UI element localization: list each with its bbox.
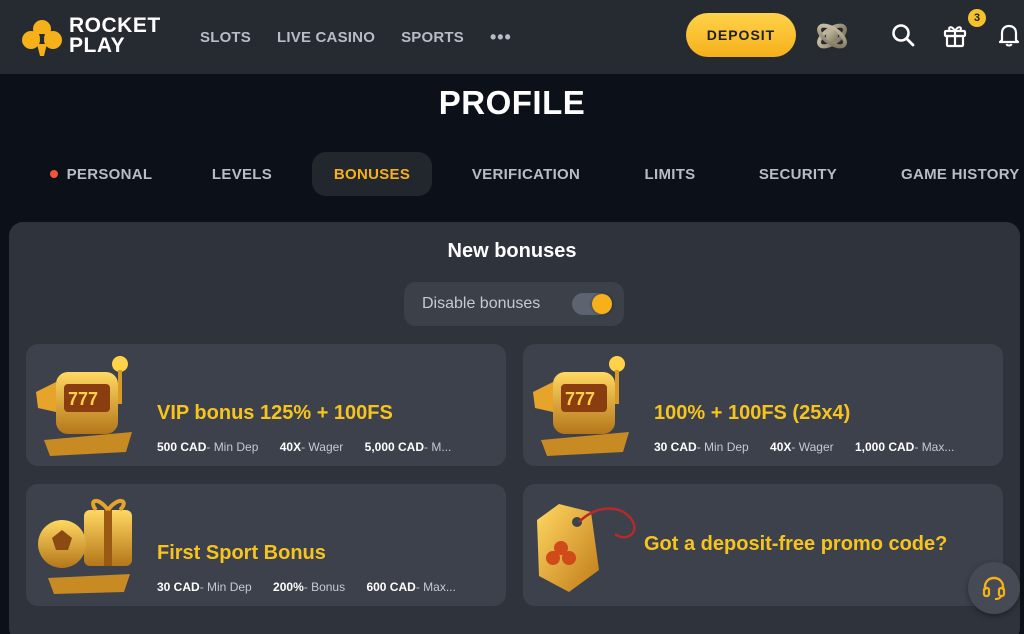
gift-icon[interactable] bbox=[942, 22, 968, 48]
bonus-title: First Sport Bonus bbox=[157, 542, 326, 564]
toggle-switch[interactable] bbox=[572, 293, 612, 315]
tab-security[interactable]: SECURITY bbox=[742, 152, 854, 196]
wager: 40X - Wager bbox=[279, 440, 344, 454]
tab-label: BONUSES bbox=[333, 165, 411, 183]
promo-tag-icon bbox=[537, 504, 636, 592]
bonus-title: 100% + 100FS (25x4) bbox=[654, 402, 851, 424]
min-deposit: 30 CAD - Min Dep bbox=[157, 580, 252, 594]
min-deposit: 500 CAD - Min Dep bbox=[157, 440, 259, 454]
slot-machine-icon: 777 bbox=[36, 356, 132, 456]
page-title: PROFILE bbox=[438, 84, 586, 121]
nav-slots[interactable]: SLOTS bbox=[200, 29, 251, 46]
tab-label: LIMITS bbox=[644, 165, 696, 183]
tab-label: LEVELS bbox=[211, 165, 273, 183]
tab-bonuses[interactable]: BONUSES bbox=[312, 152, 432, 196]
nav-live-casino[interactable]: LIVE CASINO bbox=[277, 29, 375, 46]
top-header: ROCKET PLAY SLOTS LIVE CASINO SPORTS •••… bbox=[0, 0, 1024, 74]
disable-bonuses-toggle[interactable]: Disable bonuses bbox=[404, 282, 624, 326]
bonus-card-vip[interactable]: 777 VIP bonus 125% + 100FS 500 CAD - Min… bbox=[26, 344, 506, 466]
toggle-knob bbox=[592, 294, 612, 314]
nav-sports[interactable]: SPORTS bbox=[401, 29, 464, 46]
bonus-details: 30 CAD - Min Dep 40X - Wager 1,000 CAD -… bbox=[654, 440, 994, 454]
logo-icon bbox=[22, 20, 62, 56]
notification-dot bbox=[49, 170, 58, 178]
user-avatar-icon[interactable] bbox=[812, 16, 852, 56]
slot-machine-icon: 777 bbox=[533, 356, 629, 456]
bonus-card-welcome[interactable]: 777 100% + 100FS (25x4) 30 CAD - Min Dep… bbox=[523, 344, 1003, 466]
max-bonus: 5,000 CAD - M... bbox=[364, 440, 452, 454]
tab-levels[interactable]: LEVELS bbox=[190, 152, 294, 196]
promo-code-title: Got a deposit-free promo code? bbox=[644, 533, 948, 555]
section-title: New bonuses bbox=[447, 240, 577, 262]
support-chat-button[interactable] bbox=[968, 562, 1020, 614]
toggle-label: Disable bonuses bbox=[422, 295, 541, 312]
max-bonus: 1,000 CAD - Max... bbox=[854, 440, 955, 454]
svg-text:777: 777 bbox=[565, 389, 595, 409]
tab-label: VERIFICATION bbox=[471, 165, 581, 183]
tab-game-history[interactable]: GAME HISTORY bbox=[886, 152, 1024, 196]
svg-text:777: 777 bbox=[68, 389, 98, 409]
tab-label: GAME HISTORY bbox=[901, 165, 1020, 183]
sport-gift-icon bbox=[38, 499, 132, 594]
tab-verification[interactable]: VERIFICATION bbox=[456, 152, 596, 196]
bonus-title: VIP bonus 125% + 100FS bbox=[157, 402, 393, 424]
logo-text: ROCKET PLAY bbox=[69, 14, 161, 57]
headset-icon bbox=[982, 576, 1006, 600]
tab-personal[interactable]: PERSONAL bbox=[36, 152, 166, 196]
tab-limits[interactable]: LIMITS bbox=[624, 152, 716, 196]
bonus-details: 500 CAD - Min Dep 40X - Wager 5,000 CAD … bbox=[157, 440, 497, 454]
nav-more-button[interactable]: ••• bbox=[490, 27, 512, 48]
search-icon[interactable] bbox=[890, 22, 916, 48]
deposit-button[interactable]: DEPOSIT bbox=[686, 13, 796, 57]
bonus-card-sport[interactable]: First Sport Bonus 30 CAD - Min Dep 200% … bbox=[26, 484, 506, 606]
gift-count-badge: 3 bbox=[968, 9, 986, 27]
promo-code-card[interactable]: Got a deposit-free promo code? bbox=[523, 484, 1003, 606]
main-nav: SLOTS LIVE CASINO SPORTS ••• bbox=[200, 0, 512, 74]
bell-icon[interactable] bbox=[996, 22, 1022, 48]
max-bonus: 600 CAD - Max... bbox=[366, 580, 456, 594]
bonus-details: 30 CAD - Min Dep 200% - Bonus 600 CAD - … bbox=[157, 580, 497, 594]
wager: 40X - Wager bbox=[770, 440, 834, 454]
tab-label: PERSONAL bbox=[66, 165, 153, 183]
rocketplay-logo[interactable]: ROCKET PLAY bbox=[20, 14, 165, 60]
min-deposit: 30 CAD - Min Dep bbox=[654, 440, 749, 454]
tab-label: SECURITY bbox=[758, 165, 838, 183]
bonus-percent: 200% - Bonus bbox=[273, 580, 346, 594]
